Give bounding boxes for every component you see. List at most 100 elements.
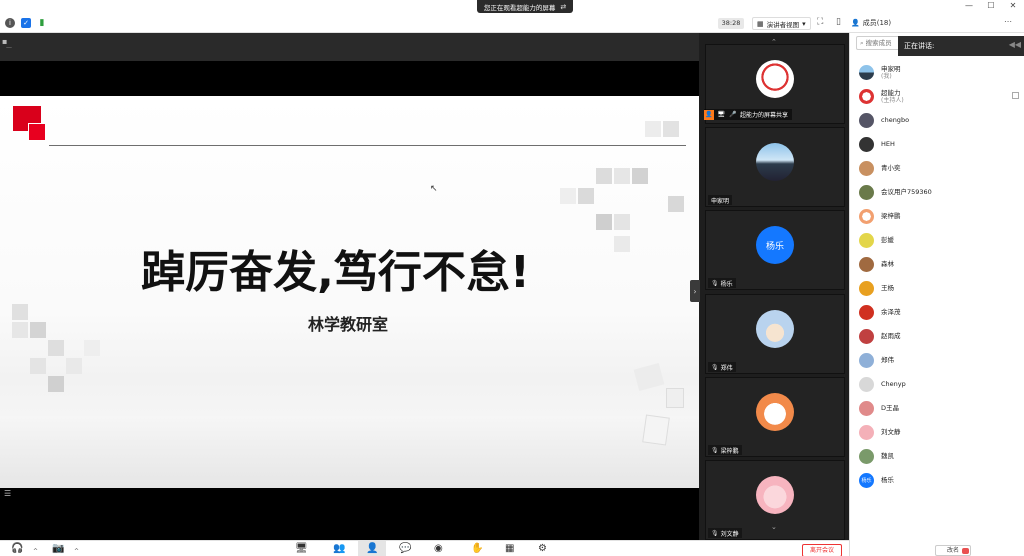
member-name: 杨乐 [881, 476, 894, 484]
deco-pixel [614, 168, 630, 184]
apps-icon[interactable]: ▦ [505, 543, 514, 555]
list-item[interactable]: 申家明 (我) [850, 60, 1024, 84]
settings-gear-icon[interactable]: ⚙ [538, 543, 547, 555]
speaking-label: 正在讲话: [904, 42, 935, 50]
collapse-strip-button[interactable]: › [690, 280, 700, 302]
chevron-down-icon: ▾ [802, 19, 806, 28]
deco-cube [666, 388, 684, 408]
tile-label: 🎙 杨乐 [708, 278, 736, 288]
stage-header: ▪ — [0, 33, 699, 61]
chevron-down-icon[interactable]: ⌄ [771, 523, 777, 531]
fullscreen-icon[interactable]: ⛶ [817, 17, 823, 27]
meeting-window: i ✓ ▮ 38:28 ▦ 演讲者视图 ▾ ⛶ ▯ 👤 成员(18) ⋯ — ☐… [0, 0, 1024, 556]
notification-dot [962, 548, 969, 554]
deco-pixel [560, 188, 576, 204]
deco-pixel [48, 376, 64, 392]
deco-pixel [632, 168, 648, 184]
avatar [859, 400, 874, 416]
slide-floor [0, 416, 699, 488]
deco-pixel [84, 340, 100, 356]
tile-name: 超能力的屏幕共享 [740, 112, 789, 119]
list-item[interactable]: 余泽茂 [850, 300, 1024, 324]
minimize-icon[interactable]: — [958, 0, 980, 13]
avatar [859, 256, 874, 272]
list-item[interactable]: 超能力 (主持人) [850, 84, 1024, 108]
member-role: (我) [881, 72, 892, 80]
video-tile[interactable]: 🎙 郑伟 [705, 294, 845, 374]
slide-title: 踔厉奋发,笃行不怠! [141, 247, 530, 298]
members-tab[interactable]: 👤 成员(18) [851, 18, 891, 28]
tile-label: 🎙 郑伟 [708, 362, 736, 372]
avatar [859, 424, 874, 440]
deco-pixel [663, 121, 679, 137]
list-item[interactable]: 魏凯 [850, 444, 1024, 468]
tile-label: 🎙 梁梓鹏 [708, 445, 742, 455]
list-item[interactable]: 刘文静 [850, 420, 1024, 444]
tile-name: 杨乐 [720, 280, 733, 288]
member-name: 王杨 [881, 284, 894, 292]
share-status-bar: 👤 🖥 🎤 超能力的屏幕共享 [704, 109, 793, 120]
avatar [859, 328, 874, 344]
video-tile[interactable]: 🎙 梁梓鹏 [705, 377, 845, 457]
avatar [859, 184, 874, 200]
list-item[interactable]: HEH [850, 132, 1024, 156]
member-name: Chenyp [881, 380, 906, 388]
member-name: 森林 [881, 260, 894, 268]
grid-icon: ▦ [757, 19, 764, 28]
raise-hand-icon[interactable]: ✋ [471, 543, 483, 555]
avatar [859, 112, 874, 128]
close-icon[interactable]: ✕ [1002, 0, 1024, 13]
video-tile[interactable]: 申家明 [705, 127, 845, 207]
chevron-up-icon[interactable]: ^ [33, 546, 38, 556]
list-item[interactable]: Chenyp [850, 372, 1024, 396]
logo-square-small [28, 123, 46, 141]
deco-pixel [48, 340, 64, 356]
invite-icon[interactable]: 👥 [333, 543, 345, 555]
list-item[interactable]: 王杨 [850, 276, 1024, 300]
mic-muted-icon: 🎙 [711, 279, 719, 287]
list-item[interactable]: 青小奕 [850, 156, 1024, 180]
share-screen-icon[interactable]: 🖥 [295, 543, 308, 555]
avatar [859, 232, 874, 248]
speaker-icon: ◀◀ [1008, 40, 1021, 49]
deco-pixel [596, 168, 612, 184]
more-icon[interactable]: ⋯ [1004, 17, 1012, 26]
list-item[interactable]: 森林 [850, 252, 1024, 276]
mouse-cursor-icon: ↖ [430, 184, 438, 194]
letterbox-top [0, 61, 699, 96]
list-item[interactable]: 彭媛 [850, 228, 1024, 252]
list-item[interactable]: 梁梓鹏 [850, 204, 1024, 228]
annotation-toggle-icon[interactable]: ☰ [4, 489, 11, 498]
leave-meeting-button[interactable]: 离开会议 [802, 544, 842, 556]
side-panel-icon[interactable]: ▯ [836, 17, 841, 27]
member-list: 申家明 (我) 超能力 (主持人) chengbo HEH 青小奕 会议用户7593… [850, 60, 1024, 492]
record-icon[interactable]: ◉ [434, 543, 443, 555]
members-icon: 👤 [851, 19, 860, 27]
members-icon[interactable]: 👤 [366, 543, 378, 555]
host-icon: 👤 [704, 109, 714, 120]
members-panel: ⌕ 正在讲话: ◀◀ 申家明(我) 超能力(主持人) chengbo HEH 青… [849, 33, 1024, 556]
info-icon[interactable]: i [5, 18, 15, 28]
view-mode-button[interactable]: ▦ 演讲者视图 ▾ [752, 17, 811, 30]
camera-off-icon[interactable]: 📷 [52, 543, 64, 555]
signal-icon[interactable]: ▮ [37, 18, 47, 28]
screen-share-icon: 🖥 [717, 111, 725, 118]
maximize-icon[interactable]: ☐ [980, 0, 1002, 13]
deco-pixel [66, 358, 82, 374]
switch-icon[interactable]: ⇄ [560, 3, 566, 11]
headset-icon[interactable]: 🎧 [11, 543, 23, 555]
list-item[interactable]: D王晶 [850, 396, 1024, 420]
list-item[interactable]: 会议用户759360 [850, 180, 1024, 204]
deco-pixel [614, 214, 630, 230]
chat-icon[interactable]: 💬 [399, 543, 411, 555]
speaking-indicator: 正在讲话: ◀◀ [898, 36, 1024, 56]
share-banner[interactable]: 您正在观看超能力的屏幕 ⇄ [477, 0, 573, 13]
list-item[interactable]: 杨乐 杨乐 [850, 468, 1024, 492]
avatar: 杨乐 [859, 472, 874, 488]
list-item[interactable]: 郑伟 [850, 348, 1024, 372]
video-tile[interactable]: 杨乐 🎙 杨乐 [705, 210, 845, 290]
chevron-up-icon[interactable]: ^ [74, 546, 79, 556]
list-item[interactable]: chengbo [850, 108, 1024, 132]
list-item[interactable]: 赵雨成 [850, 324, 1024, 348]
shield-icon[interactable]: ✓ [21, 18, 31, 28]
